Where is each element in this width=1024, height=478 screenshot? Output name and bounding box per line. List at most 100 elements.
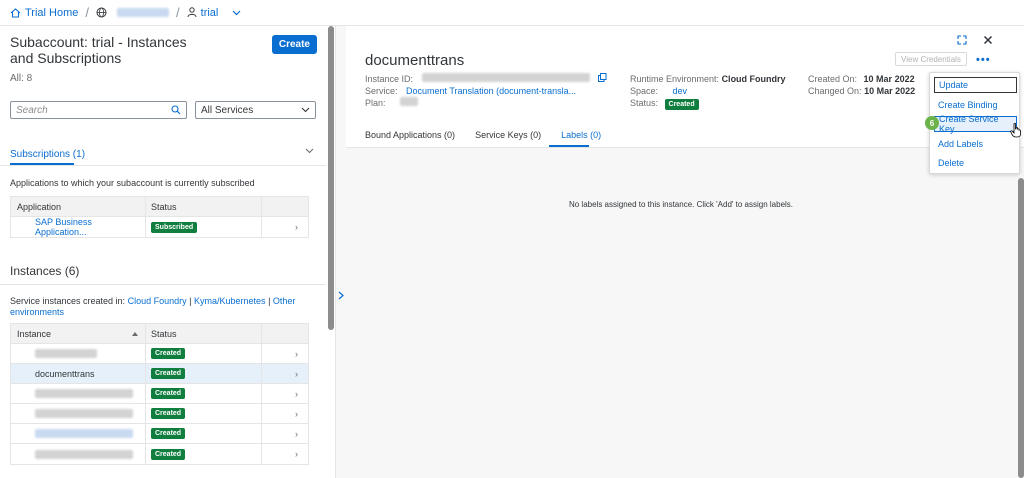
more-actions-button[interactable]: •••: [976, 54, 991, 66]
globe-icon: [96, 7, 107, 18]
chevron-right-icon[interactable]: ›: [262, 429, 308, 439]
menu-item-delete[interactable]: Delete: [934, 155, 1017, 171]
tab-bound-applications[interactable]: Bound Applications (0): [365, 130, 455, 140]
menu-item-add-labels[interactable]: Add Labels: [934, 136, 1017, 152]
filter-bar: Search All Services: [10, 101, 316, 119]
search-icon[interactable]: [171, 105, 181, 115]
tab-active-indicator: [10, 163, 74, 165]
search-input[interactable]: Search: [10, 101, 187, 119]
divider: [0, 284, 326, 285]
tab-service-keys[interactable]: Service Keys (0): [475, 130, 541, 140]
subscriptions-description: Applications to which your subaccount is…: [10, 178, 255, 188]
chevron-down-icon: [301, 107, 310, 113]
status-badge: Created: [151, 428, 186, 439]
chevron-down-icon[interactable]: [305, 146, 314, 157]
redacted-instance-id: [421, 73, 590, 82]
chevron-right-icon[interactable]: ›: [262, 409, 308, 419]
table-header-row: Instance Status: [11, 324, 308, 344]
column-header-application[interactable]: Application: [11, 197, 146, 216]
service-link[interactable]: Document Translation (document-transla..…: [406, 86, 576, 96]
instance-meta-col3: Created On: 10 Mar 2022 Changed On: 10 M…: [808, 74, 916, 96]
status-badge: Subscribed: [151, 221, 198, 233]
top-breadcrumb-bar: Trial Home / / trial: [0, 0, 1024, 26]
status-badge: Created: [151, 348, 186, 359]
redacted-account-name: [117, 8, 170, 17]
instance-meta-col2: Runtime Environment: Cloud Foundry Space…: [630, 74, 786, 110]
instances-table: Instance Status Created › documenttrans …: [10, 323, 309, 465]
user-icon: [187, 7, 197, 18]
view-credentials-button[interactable]: View Credentials: [895, 52, 967, 66]
item-count: All: 8: [10, 73, 33, 84]
close-icon[interactable]: [983, 34, 993, 48]
status-badge: Created: [151, 388, 186, 399]
table-row[interactable]: Created ›: [11, 424, 308, 444]
table-row-selected[interactable]: documenttrans Created ›: [11, 364, 308, 384]
chevron-right-icon[interactable]: ›: [262, 449, 308, 459]
redacted-plan: [400, 97, 419, 106]
instance-title: documenttrans: [365, 52, 465, 69]
table-row[interactable]: Created ›: [11, 444, 308, 464]
instance-name: documenttrans: [35, 368, 95, 379]
menu-item-update[interactable]: Update: [934, 77, 1017, 93]
instances-list-panel: Subaccount: trial - Instances and Subscr…: [0, 26, 336, 478]
menu-item-create-binding[interactable]: Create Binding: [934, 97, 1017, 113]
left-scrollbar[interactable]: [328, 26, 334, 330]
chevron-down-icon[interactable]: [232, 10, 241, 16]
table-header-row: Application Status: [11, 197, 308, 217]
service-filter-select[interactable]: All Services: [195, 101, 316, 119]
tab-subscriptions[interactable]: Subscriptions (1): [10, 149, 85, 160]
breadcrumb-subaccount[interactable]: trial: [187, 7, 242, 19]
chevron-right-icon[interactable]: ›: [262, 389, 308, 399]
column-header-instance[interactable]: Instance: [11, 324, 146, 343]
redacted-instance-name: [35, 389, 133, 398]
detail-toolbar: [957, 34, 993, 48]
status-badge: Created: [664, 99, 699, 110]
page-title: Subaccount: trial - Instances and Subscr…: [10, 34, 187, 66]
chevron-right-icon[interactable]: ›: [262, 369, 308, 379]
fullscreen-icon[interactable]: [957, 34, 967, 48]
empty-state-message: No labels assigned to this instance. Cli…: [568, 200, 794, 209]
sort-ascending-icon[interactable]: [131, 329, 139, 339]
status-badge: Created: [151, 448, 186, 460]
table-row[interactable]: SAP Business Application... Subscribed ›: [11, 217, 308, 237]
breadcrumb-global-account[interactable]: [96, 7, 170, 18]
status-badge: Created: [151, 408, 186, 419]
list-header: Subaccount: trial - Instances and Subscr…: [0, 26, 335, 84]
chevron-right-icon[interactable]: ›: [262, 349, 308, 359]
detail-tabs: Bound Applications (0) Service Keys (0) …: [365, 130, 601, 140]
copy-icon[interactable]: [598, 73, 607, 84]
status-badge: Created: [151, 368, 186, 379]
panel-collapse-handle[interactable]: [337, 280, 345, 310]
tab-labels[interactable]: Labels (0): [561, 130, 601, 140]
column-header-status[interactable]: Status: [146, 197, 262, 216]
redacted-instance-name: [35, 429, 133, 438]
breadcrumb-separator: /: [176, 5, 180, 20]
instance-meta-col1: Instance ID: Service: Document Translati…: [365, 73, 607, 109]
create-button[interactable]: Create: [271, 35, 317, 54]
table-row[interactable]: Created ›: [11, 344, 308, 364]
breadcrumb-subaccount-label: trial: [200, 6, 219, 19]
redacted-instance-name: [35, 449, 133, 459]
instances-description: Service instances created in: Cloud Foun…: [10, 296, 296, 317]
redacted-instance-name: [35, 349, 97, 358]
table-row[interactable]: Created ›: [11, 384, 308, 404]
search-placeholder: Search: [16, 104, 48, 116]
home-icon: [10, 7, 21, 18]
subscriptions-section-header[interactable]: Subscriptions (1): [0, 140, 326, 166]
breadcrumb-home[interactable]: Trial Home: [10, 7, 78, 19]
labels-tab-content: No labels assigned to this instance. Cli…: [346, 147, 1024, 478]
chevron-right-icon[interactable]: ›: [262, 222, 308, 232]
right-scrollbar[interactable]: [1018, 178, 1024, 478]
hand-cursor-icon: [1010, 122, 1022, 141]
breadcrumb-separator: /: [85, 5, 90, 20]
subscription-app-link[interactable]: SAP Business Application...: [17, 217, 139, 237]
menu-item-create-service-key[interactable]: Create Service Key: [934, 114, 1017, 134]
space-link[interactable]: dev: [673, 86, 688, 96]
breadcrumb-home-label: Trial Home: [25, 6, 79, 19]
link-kyma-kubernetes[interactable]: Kyma/Kubernetes: [194, 296, 266, 306]
redacted-instance-name: [35, 409, 133, 418]
table-row[interactable]: Created ›: [11, 404, 308, 424]
link-cloud-foundry[interactable]: Cloud Foundry: [128, 296, 187, 306]
column-header-status[interactable]: Status: [146, 324, 262, 343]
step-number-badge: 6: [925, 116, 939, 130]
